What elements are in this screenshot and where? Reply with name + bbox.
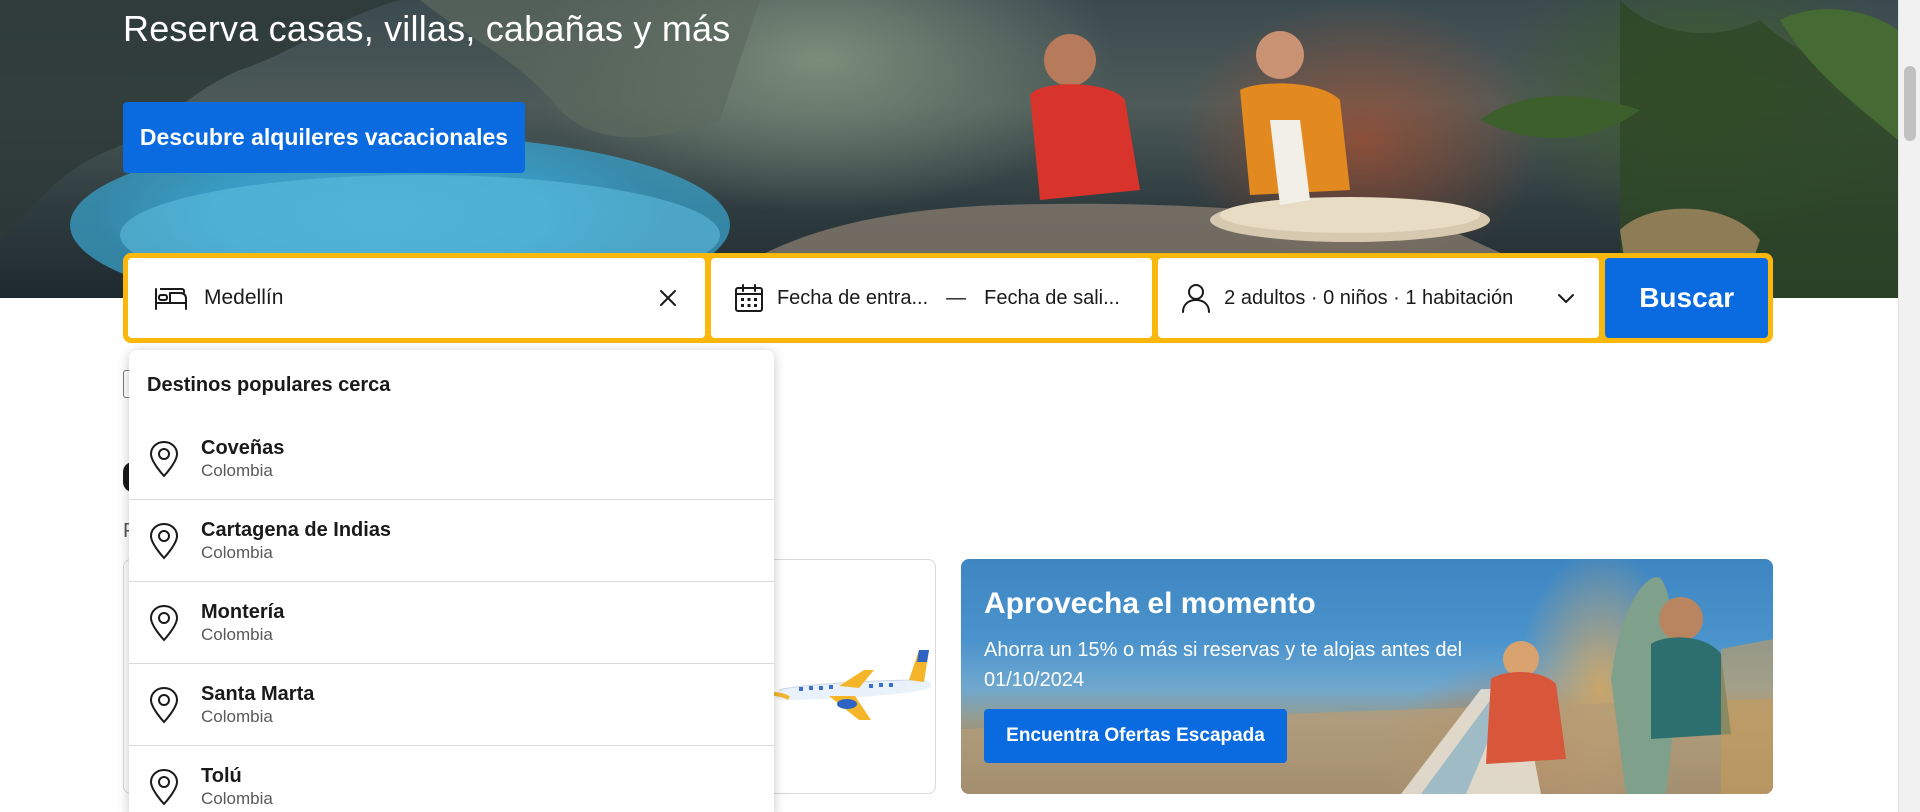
map-pin-icon <box>149 604 179 641</box>
map-pin-icon <box>149 522 179 559</box>
suggestion-country: Colombia <box>201 624 273 644</box>
suggestion-item[interactable]: Santa Marta Colombia <box>129 664 774 746</box>
suggestion-item[interactable]: Coveñas Colombia <box>129 418 774 500</box>
chevron-down-icon[interactable] <box>1555 287 1577 309</box>
page-scrollbar[interactable] <box>1898 0 1920 812</box>
suggestion-name: Santa Marta <box>201 682 315 705</box>
map-pin-icon <box>149 686 179 723</box>
suggestion-country: Colombia <box>201 789 273 808</box>
suggestion-country: Colombia <box>201 460 273 480</box>
destination-suggestions-dropdown: Destinos populares cerca Coveñas Colombi… <box>129 350 774 812</box>
search-button[interactable]: Buscar <box>1605 258 1769 338</box>
promo-text: Ahorra un 15% o más si reservas y te alo… <box>984 639 1463 691</box>
date-separator: — <box>946 286 967 309</box>
suggestion-name: Cartagena de Indias <box>201 518 392 541</box>
hero-title: Reserva casas, villas, cabañas y más <box>123 8 731 49</box>
guests-field[interactable]: 2 adultos · 0 niños · 1 habitación <box>1158 258 1600 338</box>
airplane-illustration <box>772 650 931 720</box>
getaway-deals-card[interactable]: Aprovecha el momento Ahorra un 15% o más… <box>961 559 1773 794</box>
search-bar: Fecha de entra... — Fecha de sali... 2 a… <box>123 253 1773 343</box>
map-pin-icon <box>149 768 179 806</box>
suggestion-name: Tolú <box>201 765 242 787</box>
checkin-date[interactable]: Fecha de entra... <box>777 287 928 310</box>
dropdown-title: Destinos populares cerca <box>147 374 391 396</box>
scrollbar-thumb[interactable] <box>1904 66 1916 141</box>
suggestion-item[interactable]: Cartagena de Indias Colombia <box>129 500 774 582</box>
checkout-date[interactable]: Fecha de sali... <box>984 287 1120 310</box>
promo-title: Aprovecha el momento <box>984 587 1316 620</box>
guests-summary: 2 adultos · 0 niños · 1 habitación <box>1224 286 1514 309</box>
suggestion-country: Colombia <box>201 706 273 726</box>
person-icon <box>1182 284 1211 313</box>
destination-field[interactable] <box>128 258 705 338</box>
page: Reserva casas, villas, cabañas y más Des… <box>0 0 1898 812</box>
find-getaway-deals-button[interactable]: Encuentra Ofertas Escapada <box>984 709 1287 763</box>
map-pin-icon <box>149 440 179 477</box>
destination-input[interactable] <box>204 286 655 310</box>
dates-field[interactable]: Fecha de entra... — Fecha de sali... <box>710 258 1153 338</box>
suggestion-item[interactable]: Tolú Colombia <box>129 746 774 812</box>
bed-icon <box>155 288 187 310</box>
suggestion-item[interactable]: Montería Colombia <box>129 582 774 664</box>
close-icon <box>659 290 676 306</box>
suggestion-name: Coveñas <box>201 436 285 459</box>
discover-vacation-rentals-button[interactable]: Descubre alquileres vacacionales <box>123 102 525 173</box>
clear-destination-button[interactable] <box>655 285 681 311</box>
suggestion-country: Colombia <box>201 542 273 562</box>
suggestion-name: Montería <box>201 600 285 623</box>
calendar-icon <box>734 284 763 312</box>
